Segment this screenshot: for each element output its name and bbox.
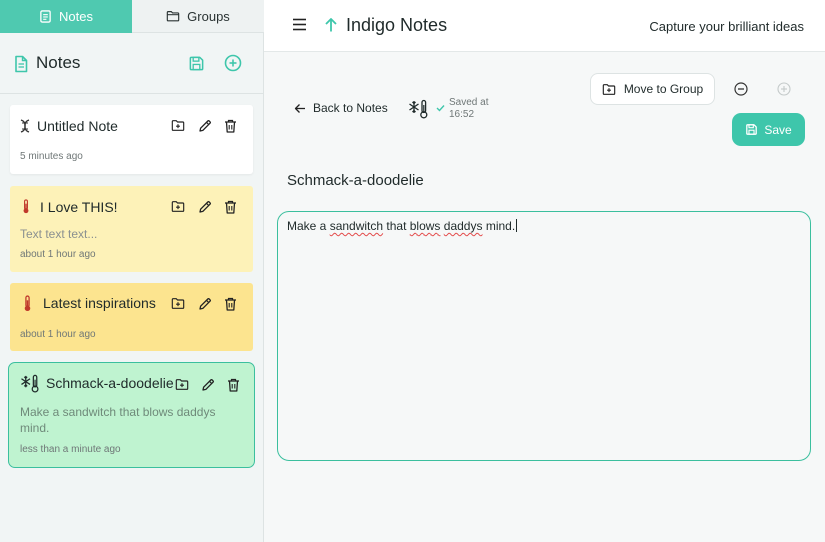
- saved-status-label: Saved at: [449, 97, 489, 108]
- trash-icon[interactable]: [227, 378, 240, 392]
- note-body-text: Make a sandwitch that blows daddys mind.: [287, 219, 518, 233]
- tab-groups-label: Groups: [187, 8, 230, 24]
- back-to-notes-label: Back to Notes: [313, 101, 388, 115]
- save-icon[interactable]: [188, 55, 205, 72]
- note-card-time: less than a minute ago: [20, 444, 121, 455]
- note-card-title: Latest inspirations: [43, 295, 156, 311]
- move-to-group-button[interactable]: Move to Group: [590, 73, 715, 105]
- arrow-up-icon: [324, 17, 338, 33]
- note-card-title: Schmack-a-doodelie: [46, 375, 174, 391]
- note-body-textarea[interactable]: [277, 211, 811, 461]
- saved-status-time: 16:52: [449, 109, 475, 120]
- save-icon: [745, 123, 758, 136]
- move-to-folder-icon[interactable]: [171, 119, 185, 132]
- snowflake-thermometer-icon: [21, 374, 40, 393]
- edit-icon[interactable]: [201, 378, 215, 392]
- edit-icon[interactable]: [198, 119, 212, 133]
- folder-icon: [166, 10, 180, 22]
- note-icon: [39, 10, 52, 23]
- check-icon: [436, 104, 445, 112]
- note-card-selected[interactable]: Schmack-a-doodelie Make a sandwitch that…: [8, 362, 255, 468]
- note-card-title: Untitled Note: [37, 118, 118, 134]
- body-part: that: [383, 219, 410, 233]
- snowflake-thermometer-icon[interactable]: [409, 99, 429, 119]
- note-card[interactable]: Latest inspirations about 1 hour ago: [10, 283, 253, 351]
- move-to-folder-icon[interactable]: [171, 200, 185, 213]
- sidebar: Notes Groups Notes Untitled Note 5 minut…: [0, 0, 264, 542]
- edit-icon[interactable]: [198, 200, 212, 214]
- app-title: Indigo Notes: [346, 15, 448, 35]
- tab-notes-label: Notes: [59, 9, 93, 24]
- hamburger-menu-icon[interactable]: [292, 18, 307, 31]
- body-part: mind.: [482, 219, 516, 233]
- move-to-group-label: Move to Group: [623, 82, 704, 96]
- zoom-in-icon[interactable]: [777, 82, 791, 96]
- folder-plus-icon: [602, 83, 616, 96]
- arrow-left-icon: [294, 103, 306, 114]
- move-to-folder-icon[interactable]: [175, 378, 189, 391]
- save-button[interactable]: Save: [732, 113, 805, 146]
- app-tagline: Capture your brilliant ideas: [649, 19, 804, 34]
- add-note-icon[interactable]: [224, 54, 242, 72]
- note-card-preview: Text text text...: [20, 227, 98, 241]
- note-card-time: about 1 hour ago: [20, 249, 96, 260]
- top-bar: Indigo Notes Capture your brilliant idea…: [264, 0, 825, 52]
- save-label: Save: [764, 122, 792, 137]
- sidebar-header: Notes: [0, 33, 263, 94]
- saved-status: Saved at 16:52: [449, 97, 488, 121]
- misspelled-word: daddys: [443, 219, 483, 233]
- trash-icon[interactable]: [224, 119, 237, 133]
- body-part: Make a: [287, 219, 330, 233]
- text-caret: [516, 219, 518, 232]
- back-to-notes-button[interactable]: Back to Notes: [294, 101, 388, 115]
- move-to-folder-icon[interactable]: [171, 297, 185, 310]
- note-card[interactable]: I Love THIS! Text text text... about 1 h…: [10, 186, 253, 272]
- note-card-preview: Make a sandwitch that blows daddys mind.: [20, 404, 245, 436]
- sidebar-tabs: Notes Groups: [0, 0, 264, 33]
- note-card-title: I Love THIS!: [40, 199, 118, 215]
- note-card-time: about 1 hour ago: [20, 329, 96, 340]
- note-card-preview-line2: mind.: [20, 421, 50, 435]
- misspelled-word: blows: [409, 219, 441, 233]
- sidebar-title: Notes: [36, 53, 81, 72]
- trash-icon[interactable]: [224, 200, 237, 214]
- edit-icon[interactable]: [198, 297, 212, 311]
- misspelled-word: sandwitch: [329, 219, 384, 233]
- document-icon: [13, 55, 29, 73]
- note-card[interactable]: Untitled Note 5 minutes ago: [10, 105, 253, 174]
- thermometer-icon: [22, 199, 30, 214]
- dna-icon: [19, 119, 31, 133]
- note-title-input[interactable]: Schmack-a-doodelie: [287, 172, 424, 189]
- trash-icon[interactable]: [224, 297, 237, 311]
- note-card-time: 5 minutes ago: [20, 151, 83, 162]
- zoom-out-icon[interactable]: [734, 82, 748, 96]
- tab-groups[interactable]: Groups: [132, 0, 264, 33]
- tab-notes[interactable]: Notes: [0, 0, 132, 33]
- note-card-preview-line1: Make a sandwitch that blows daddys: [20, 405, 216, 419]
- thermometer-icon: [23, 295, 32, 312]
